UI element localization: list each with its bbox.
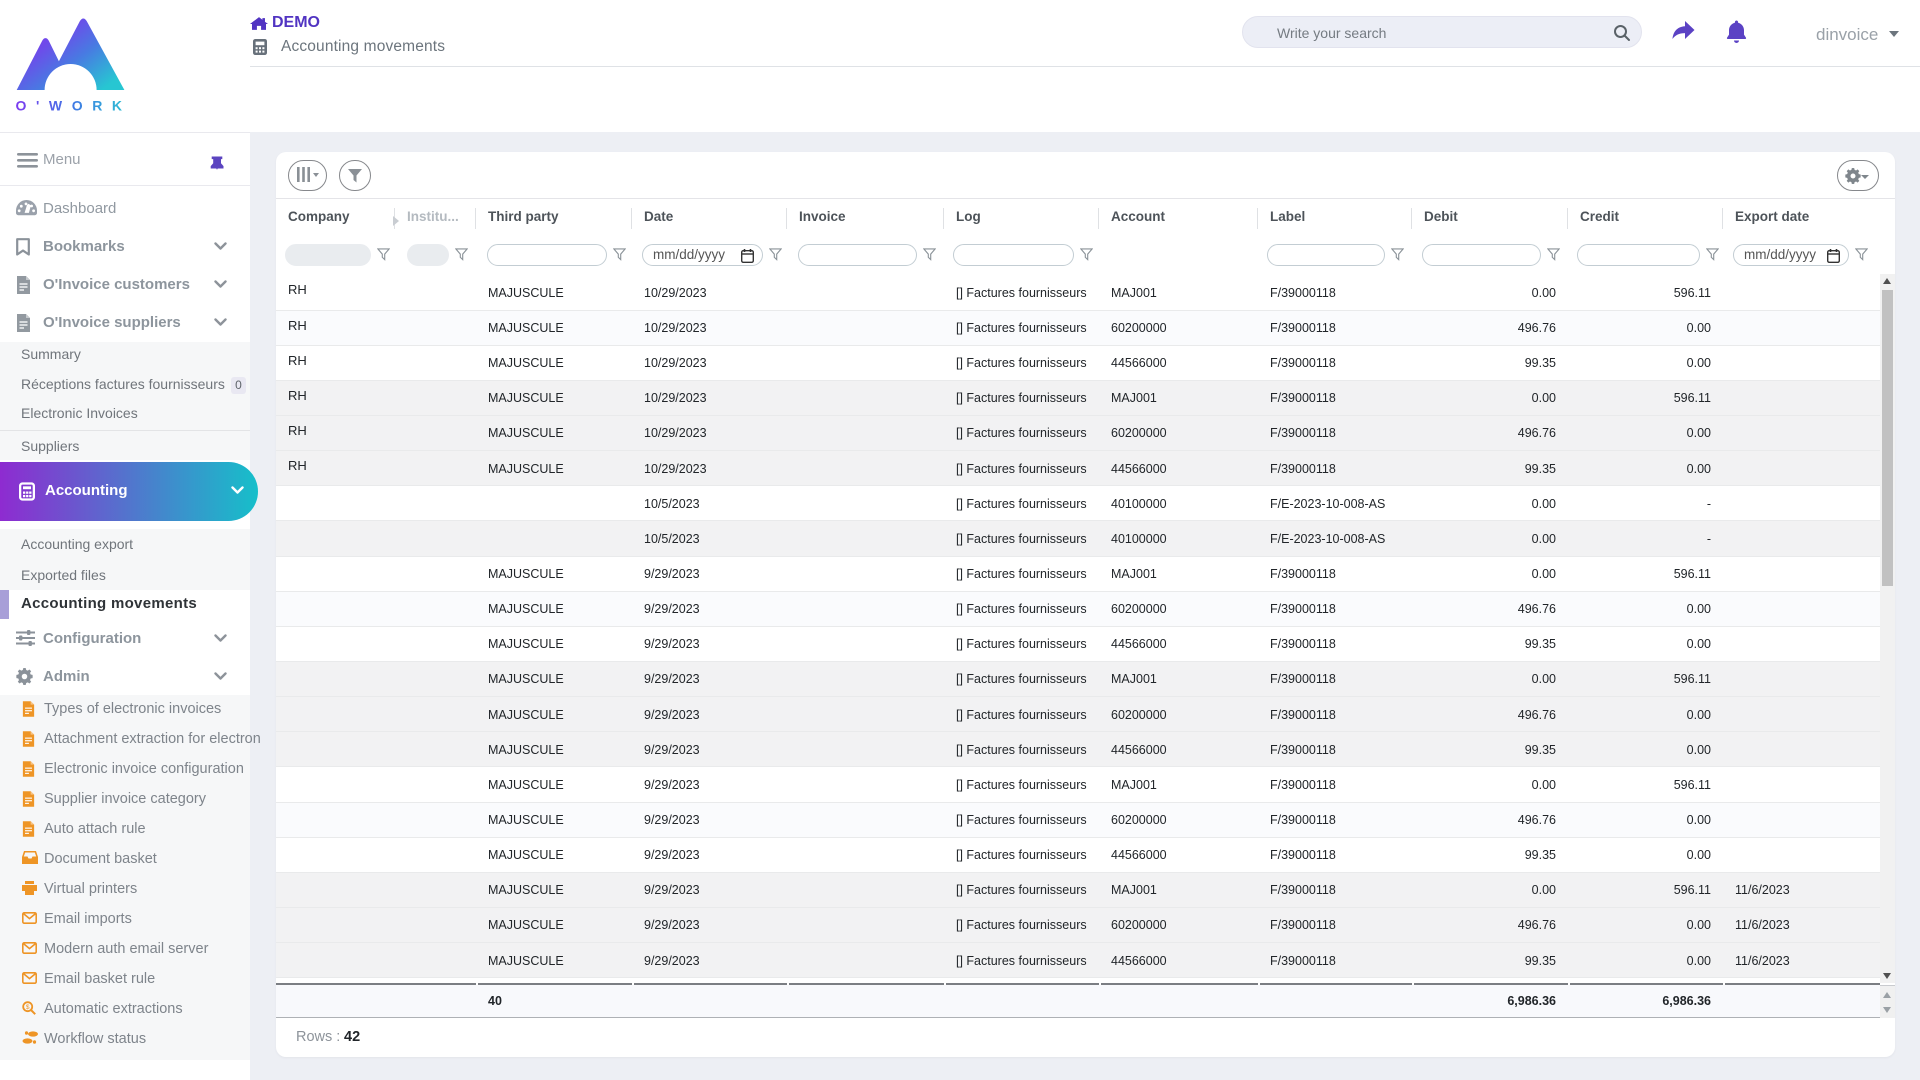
svg-text:O'WORK: O'WORK	[16, 98, 132, 114]
svg-text:$: $	[26, 1004, 30, 1011]
